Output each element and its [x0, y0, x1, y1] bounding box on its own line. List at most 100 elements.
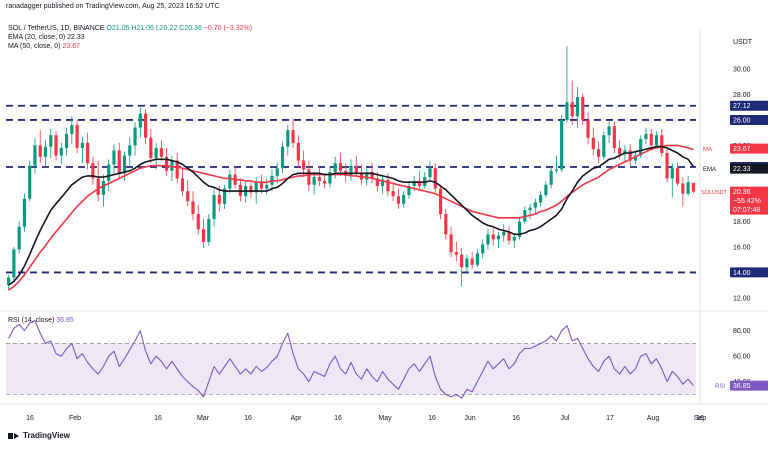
- candle-body: [591, 137, 595, 150]
- candle-body: [149, 137, 153, 159]
- price-axis-tick: 30.00: [733, 67, 751, 74]
- candle-body: [33, 145, 37, 166]
- last-price-tag-text: 07:07:48: [733, 207, 760, 214]
- candle-body: [265, 184, 269, 189]
- candle-body: [391, 191, 395, 197]
- candle-body: [107, 164, 111, 181]
- ohlc-close: C20.36: [179, 25, 202, 32]
- price-axis-tick: 28.00: [733, 92, 751, 99]
- time-axis-tick: Jun: [464, 415, 475, 422]
- candle-body: [291, 130, 295, 143]
- ema-legend-label: EMA (20, close, 0): [8, 34, 66, 41]
- candle-body: [607, 126, 611, 136]
- candle-body: [470, 258, 474, 265]
- candle-body: [565, 102, 569, 120]
- candle-body: [354, 165, 358, 174]
- time-axis-tick: 16: [154, 415, 162, 422]
- ma-legend-label: MA (50, close, 0): [8, 43, 61, 50]
- candle-body: [17, 226, 21, 250]
- candle-body: [75, 125, 79, 148]
- candle-body: [438, 188, 443, 214]
- level-price-tag-text: 26.00: [733, 117, 751, 124]
- candle-body: [207, 219, 211, 242]
- candle-body: [575, 97, 580, 117]
- candle-body: [502, 231, 506, 236]
- candle-body: [539, 194, 543, 203]
- symbol-legend[interactable]: SOL / TetherUS, 1D, BINANCE O21.05 H21.0…: [8, 24, 252, 33]
- candle-body: [596, 149, 601, 157]
- ema-legend[interactable]: EMA (20, close, 0) 22.33: [8, 33, 85, 42]
- candle-body: [665, 152, 669, 179]
- candle-body: [465, 258, 469, 268]
- time-axis-tick: 17: [606, 415, 614, 422]
- candle-body: [670, 168, 674, 179]
- candle-body: [560, 119, 564, 170]
- rsi-tag-name: RSI: [715, 384, 725, 390]
- candle-body: [86, 142, 90, 164]
- candle-body: [581, 97, 585, 120]
- candle-body: [280, 146, 285, 169]
- tradingview-logo-icon: [8, 432, 20, 440]
- candle-body: [122, 155, 127, 174]
- candle-body: [80, 142, 84, 148]
- price-axis-tick: 18.00: [733, 219, 751, 226]
- time-axis-tick: Feb: [69, 415, 81, 422]
- candle-body: [486, 234, 490, 245]
- candle-body: [612, 126, 616, 148]
- price-axis-tick: 16.00: [733, 245, 751, 252]
- candle-body: [128, 145, 132, 156]
- ema-tag-name: EMA: [703, 167, 716, 173]
- price-change: −0.70 (−3.32%): [203, 25, 253, 32]
- candle-body: [402, 194, 406, 204]
- candle-body: [533, 202, 537, 208]
- publisher-line: ranadagger published on TradingView.com,…: [6, 3, 220, 10]
- candle-body: [602, 135, 606, 157]
- candle-body: [186, 191, 190, 202]
- candle-body: [228, 174, 232, 189]
- candle-body: [460, 254, 464, 268]
- candle-body: [112, 150, 116, 165]
- candle-body: [544, 184, 548, 195]
- ohlc-open: O21.05: [106, 25, 130, 32]
- time-axis-tick: Jul: [561, 415, 570, 422]
- ema-price-tag-text: 22.33: [733, 166, 751, 173]
- candle-body: [454, 252, 458, 255]
- candle-body: [180, 178, 185, 192]
- candle-body: [349, 165, 353, 176]
- tradingview-watermark[interactable]: TradingView: [8, 431, 70, 440]
- candle-body: [554, 169, 558, 171]
- price-axis-currency: USDT: [733, 39, 753, 46]
- candle-body: [212, 194, 216, 220]
- level-price-tag-text: 14.00: [733, 270, 751, 277]
- candle-body: [286, 130, 290, 147]
- candle-body: [481, 244, 485, 254]
- time-axis-tick: 16: [512, 415, 520, 422]
- rsi-legend-label: RSI (14, close): [8, 317, 55, 324]
- candle-body: [681, 183, 685, 194]
- candle-body: [691, 182, 695, 192]
- candle-body: [317, 177, 321, 181]
- candle-body: [196, 213, 200, 230]
- candle-body: [133, 127, 137, 146]
- ohlc-high: H21.06: [131, 25, 154, 32]
- candle-body: [144, 113, 148, 138]
- level-price-tag-text: 27.12: [733, 103, 751, 110]
- rsi-axis-tick: 80.00: [733, 328, 751, 335]
- candle-body: [618, 147, 622, 155]
- candle-body: [28, 165, 32, 199]
- time-axis-tick: 16: [26, 415, 34, 422]
- candle-body: [444, 213, 448, 235]
- ma-legend[interactable]: MA (50, close, 0) 23.67: [8, 42, 80, 51]
- candle-body: [644, 133, 648, 140]
- rsi-legend[interactable]: RSI (14, close) 36.85: [8, 316, 74, 325]
- candle-body: [512, 236, 516, 241]
- candle-body: [296, 142, 300, 161]
- candle-body: [302, 160, 306, 170]
- time-axis-tick: May: [378, 415, 392, 422]
- candle-body: [307, 169, 311, 185]
- candle-body: [101, 180, 106, 195]
- candle-body: [570, 102, 574, 117]
- candle-body: [70, 125, 74, 134]
- candle-body: [449, 234, 453, 253]
- ma-legend-value: 23.67: [62, 43, 81, 50]
